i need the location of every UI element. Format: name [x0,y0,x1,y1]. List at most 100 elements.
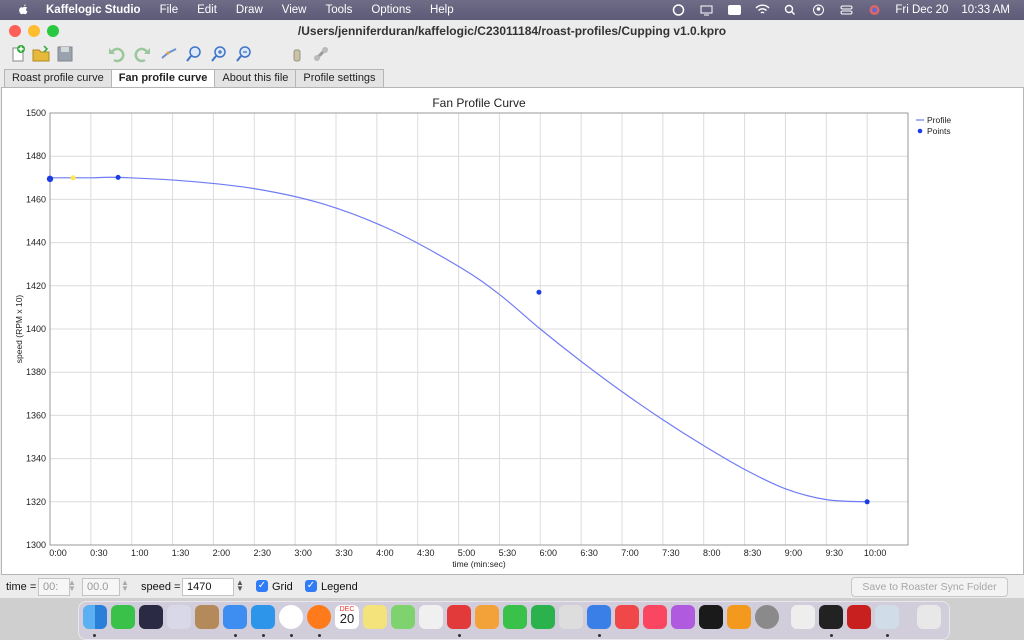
save-to-roaster-sync-folder-button[interactable]: Save to Roaster Sync Folder [851,577,1008,597]
undo-icon[interactable] [106,44,126,64]
tab-bar: Roast profile curve Fan profile curve Ab… [4,69,384,87]
speed-field[interactable]: 1470 [182,578,234,596]
app-menu-icon[interactable] [727,4,742,16]
profile-control-point[interactable] [115,174,121,180]
no-access-icon[interactable] [559,605,583,629]
tab-about-this-file[interactable]: About this file [214,69,297,87]
x-tick-label: 8:30 [744,548,762,558]
calendar-icon[interactable]: DEC 20 [335,605,359,629]
menu-help[interactable]: Help [430,4,454,16]
menu-edit[interactable]: Edit [197,4,217,16]
control-center-icon[interactable] [839,4,854,16]
zoom-out-icon[interactable] [234,44,254,64]
running-indicator [458,634,461,637]
books-icon[interactable] [727,605,751,629]
profile-control-point[interactable] [864,499,870,505]
music-icon[interactable] [643,605,667,629]
chart-panel: 1300 1320 1340 1360 1380 1400 1420 1440 1460 1480… [1,87,1024,575]
time-minutes-field[interactable]: 00: [38,578,70,596]
screenshot-icon[interactable] [875,605,899,629]
spotlight-search-icon[interactable] [783,4,798,16]
screen-share-icon[interactable] [699,4,714,16]
profile-control-point[interactable] [46,175,54,183]
usb-drive-icon[interactable] [287,44,307,64]
time-seconds-stepper-icon[interactable]: ▲ ▼ [121,579,129,593]
y-axis-label: speed (RPM x 10) [14,295,24,364]
menu-view[interactable]: View [282,4,307,16]
x-tick-label: 4:00 [376,548,394,558]
news-icon[interactable] [615,605,639,629]
pages-icon[interactable] [475,605,499,629]
dock: DEC 20 [78,601,950,640]
open-folder-icon[interactable] [31,44,51,64]
time-seconds-field[interactable]: 00.0 [82,578,120,596]
menu-tools[interactable]: Tools [325,4,352,16]
numbers-icon[interactable] [531,605,555,629]
kaffelogic-studio-icon[interactable] [819,605,843,629]
legend-checkbox[interactable]: ✓ [305,580,317,592]
window-title-bar[interactable]: /Users/jenniferduran/kaffelogic/C2301118… [0,20,1024,42]
preview-icon[interactable] [791,605,815,629]
y-tick-label: 1500 [26,108,46,118]
speed-stepper-icon[interactable]: ▲ ▼ [236,579,244,593]
menubar-date[interactable]: Fri Dec 20 [895,4,948,16]
x-tick-label: 3:30 [335,548,353,558]
podcasts-icon[interactable] [671,605,695,629]
menu-options[interactable]: Options [371,4,411,16]
grid-checkbox-label[interactable]: Grid [272,581,293,593]
connect-roaster-icon[interactable] [311,44,331,64]
legend-points-swatch [917,128,923,134]
mail-icon[interactable] [223,605,247,629]
zoom-fit-icon[interactable] [184,44,204,64]
legend-profile-label: Profile [927,115,951,125]
zoom-in-icon[interactable] [209,44,229,64]
system-preferences-icon[interactable] [755,605,779,629]
contacts-icon[interactable] [195,605,219,629]
finder-icon[interactable] [83,605,107,629]
siri-icon[interactable] [867,4,882,16]
keynote-icon[interactable] [587,605,611,629]
tab-profile-settings[interactable]: Profile settings [295,69,384,87]
draw-curve-icon[interactable] [159,44,179,64]
redo-icon[interactable] [133,44,153,64]
menubar-time[interactable]: 10:33 AM [961,4,1010,16]
x-tick-label: 3:00 [294,548,312,558]
acrobat-icon[interactable] [847,605,871,629]
profile-control-point[interactable] [536,289,542,295]
status-row: time = 00: ▲ ▼ 00.0 ▲ ▼ speed = 1470 ▲ ▼ ✓ … [0,576,1024,598]
creative-cloud-icon[interactable] [671,4,686,16]
flashcards-icon[interactable] [447,605,471,629]
launchpad-icon[interactable] [167,605,191,629]
save-icon[interactable] [55,44,75,64]
x-tick-label: 6:00 [540,548,558,558]
fan-profile-chart[interactable]: 1300 1320 1340 1360 1380 1400 1420 1440 1460 1480… [2,88,1023,574]
tab-fan-profile-curve[interactable]: Fan profile curve [110,69,216,87]
user-icon[interactable] [811,4,826,16]
y-tick-label: 1460 [26,194,46,204]
menu-app-name[interactable]: Kaffelogic Studio [46,4,141,16]
photos-icon[interactable] [419,605,443,629]
y-tick-label: 1380 [26,367,46,377]
apple-tv-icon[interactable] [699,605,723,629]
chrome-icon[interactable] [279,605,303,629]
tab-roast-profile-curve[interactable]: Roast profile curve [4,69,112,87]
grid-checkbox[interactable]: ✓ [256,580,268,592]
x-tick-label: 10:00 [864,548,887,558]
trash-icon[interactable] [917,605,941,629]
menu-draw[interactable]: Draw [236,4,263,16]
menu-bar: Kaffelogic Studio File Edit Draw View To… [0,0,1024,20]
time-minutes-stepper-icon[interactable]: ▲ ▼ [68,579,76,593]
selected-point-marker [70,175,76,181]
wifi-icon[interactable] [755,4,770,16]
maps-icon[interactable] [391,605,415,629]
firefox-icon[interactable] [307,605,331,629]
apple-icon[interactable] [16,3,30,17]
messages-icon[interactable] [503,605,527,629]
legend-checkbox-label[interactable]: Legend [321,581,358,593]
notes-icon[interactable] [363,605,387,629]
menu-file[interactable]: File [160,4,179,16]
safari-icon[interactable] [251,605,275,629]
facetime-icon[interactable] [111,605,135,629]
siri-dock-icon[interactable] [139,605,163,629]
new-file-icon[interactable] [8,44,28,64]
